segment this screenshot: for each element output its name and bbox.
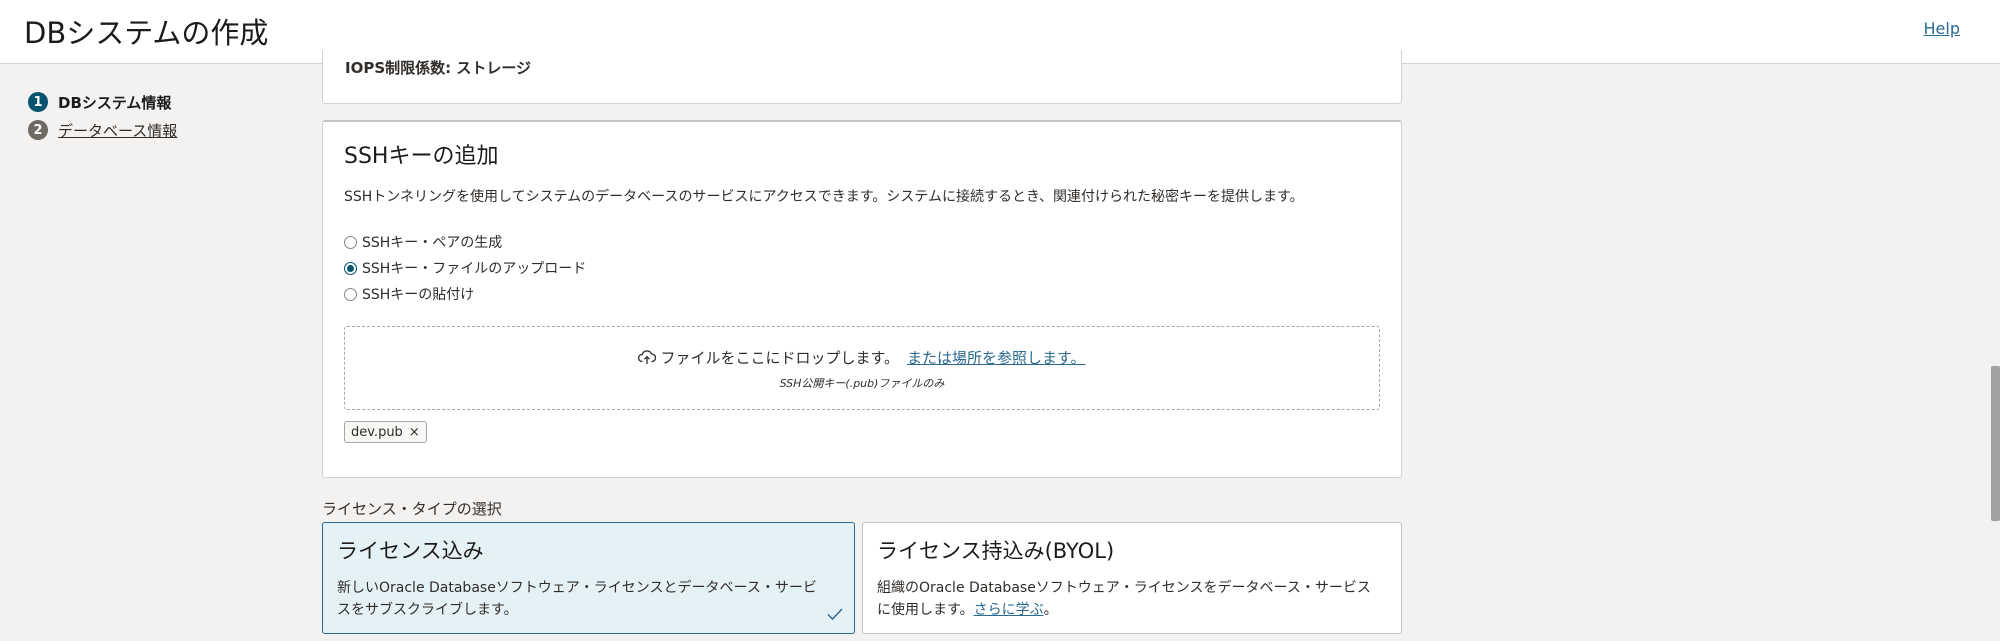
section-description: SSHトンネリングを使用してシステムのデータベースのサービスにアクセスできます。… — [344, 189, 1304, 205]
radio-generate-key-pair[interactable]: SSHキー・ペアの生成 — [344, 229, 586, 255]
wizard-steps: 1 DBシステム情報 2 データベース情報 — [28, 88, 177, 144]
radio-label[interactable]: SSHキー・ファイルのアップロード — [362, 258, 586, 278]
cloud-upload-icon — [638, 349, 657, 369]
card-description-text: 組織のOracle Databaseソフトウェア・ライセンスをデータベース・サー… — [877, 580, 1371, 618]
byol-license-card[interactable]: ライセンス持込み(BYOL) 組織のOracle Databaseソフトウェア・… — [862, 522, 1402, 634]
radio-label[interactable]: SSHキー・ペアの生成 — [362, 232, 502, 252]
step-label[interactable]: データベース情報 — [58, 120, 177, 141]
learn-more-link[interactable]: さらに学ぶ — [974, 602, 1044, 618]
scrollbar-thumb[interactable] — [1991, 366, 2000, 521]
storage-section-card: IOPS制限係数: ストレージ — [322, 50, 1402, 104]
ssh-option-radio-group: SSHキー・ペアの生成 SSHキー・ファイルのアップロード SSHキーの貼付け — [344, 229, 586, 307]
close-icon[interactable]: × — [409, 425, 420, 440]
iops-text: IOPS制限係数: ストレージ — [345, 59, 532, 77]
dropzone-line: ファイルをここにドロップします。 または場所を参照します。 — [345, 347, 1379, 369]
card-title: ライセンス持込み(BYOL) — [877, 539, 1115, 563]
card-description: 新しいOracle Databaseソフトウェア・ライセンスとデータベース・サー… — [337, 580, 817, 618]
step-number-1: 1 — [28, 92, 48, 112]
card-description-end: 。 — [1043, 602, 1058, 618]
dropzone-text: ファイルをここにドロップします。 — [660, 349, 899, 367]
license-included-card[interactable]: ライセンス込み 新しいOracle Databaseソフトウェア・ライセンスとデ… — [322, 522, 855, 634]
ssh-key-section: SSHキーの追加 SSHトンネリングを使用してシステムのデータベースのサービスに… — [322, 120, 1402, 478]
card-title: ライセンス込み — [337, 539, 484, 563]
radio-paste-key[interactable]: SSHキーの貼付け — [344, 281, 586, 307]
radio-upload-key-file[interactable]: SSHキー・ファイルのアップロード — [344, 255, 586, 281]
step-number-2: 2 — [28, 120, 48, 140]
radio-button[interactable] — [344, 235, 357, 249]
card-description: 組織のOracle Databaseソフトウェア・ライセンスをデータベース・サー… — [877, 577, 1371, 621]
file-dropzone[interactable]: ファイルをここにドロップします。 または場所を参照します。 SSH公開キー(.pu… — [344, 326, 1380, 410]
check-icon — [826, 606, 844, 625]
step-database-info[interactable]: 2 データベース情報 — [28, 116, 177, 144]
step-label: DBシステム情報 — [58, 93, 172, 112]
dropzone-hint: SSH公開キー(.pub)ファイルのみ — [779, 377, 945, 390]
scrollbar-track[interactable] — [1986, 64, 2000, 641]
help-link[interactable]: Help — [1924, 19, 1960, 38]
uploaded-file-chip: dev.pub × — [344, 421, 427, 443]
browse-link[interactable]: または場所を参照します。 — [907, 349, 1086, 367]
radio-label[interactable]: SSHキーの貼付け — [362, 284, 474, 304]
license-type-label: ライセンス・タイプの選択 — [322, 500, 502, 518]
radio-button[interactable] — [344, 287, 357, 301]
step-db-system-info[interactable]: 1 DBシステム情報 — [28, 88, 177, 116]
radio-button-checked[interactable] — [344, 261, 357, 275]
section-title: SSHキーの追加 — [344, 144, 499, 169]
file-name: dev.pub — [351, 424, 403, 440]
page-title: DBシステムの作成 — [24, 16, 269, 50]
